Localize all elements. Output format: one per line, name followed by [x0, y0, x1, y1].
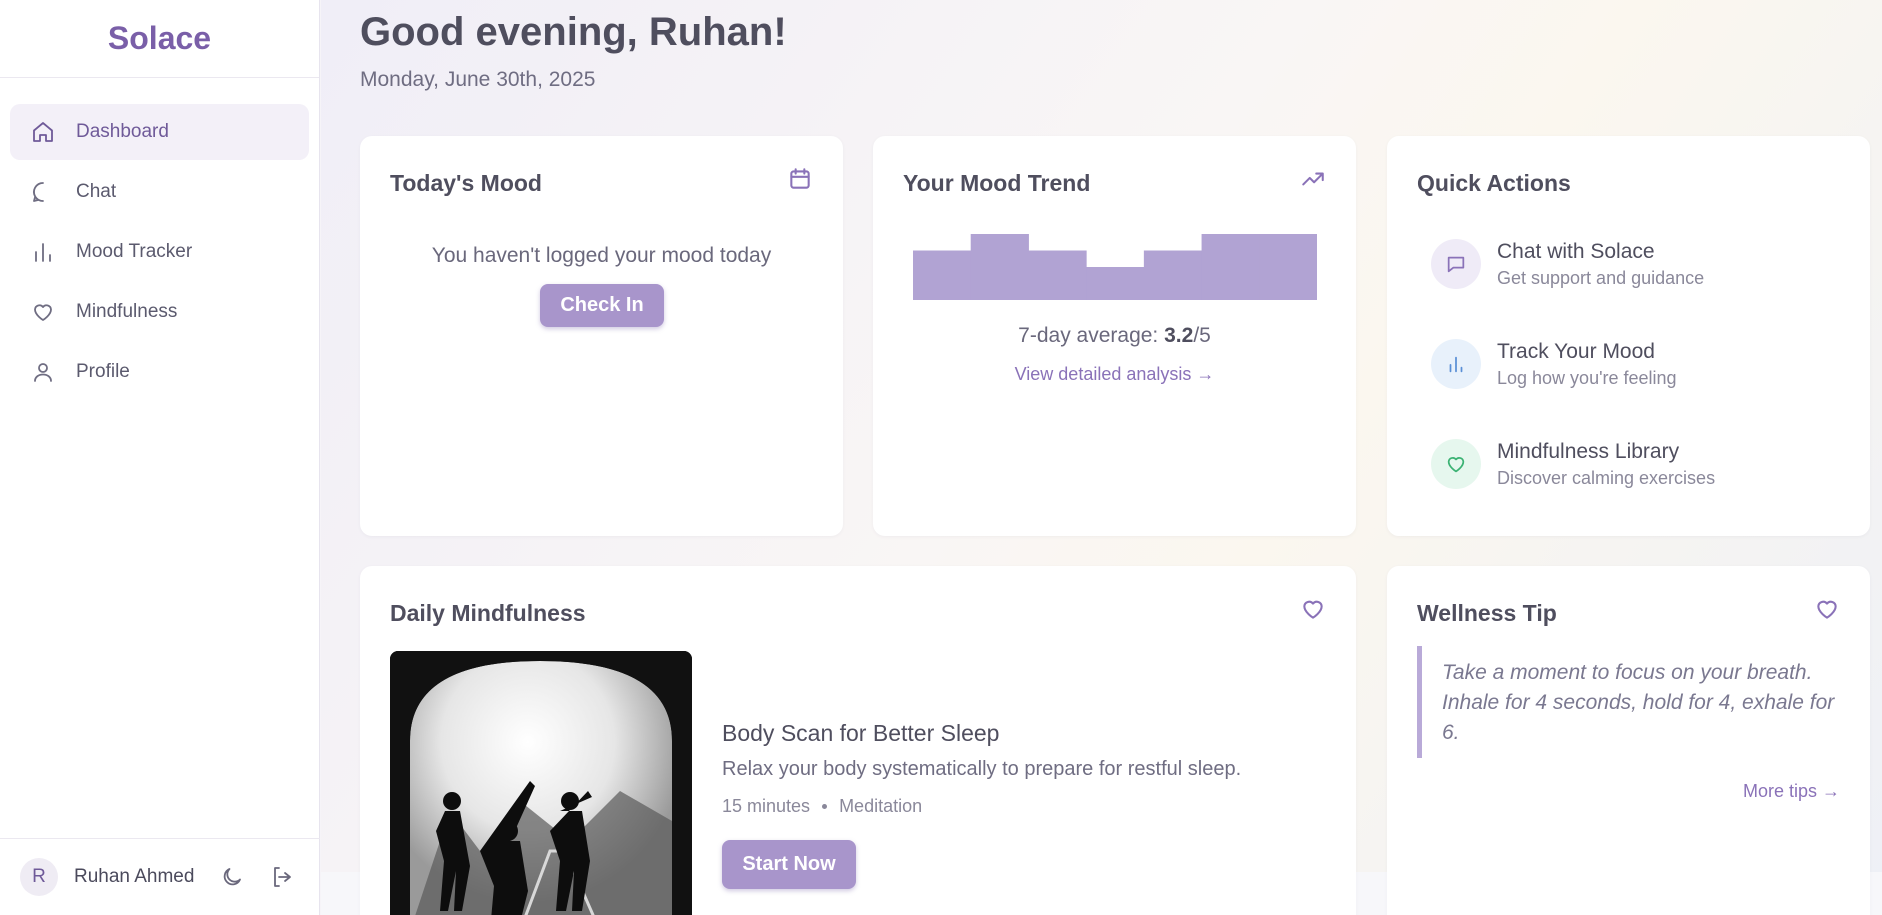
wellness-tip-text: Take a moment to focus on your breath. I… [1417, 646, 1837, 758]
heart-icon [1431, 439, 1481, 489]
quick-action-subtitle: Get support and guidance [1497, 267, 1705, 288]
heart-icon [30, 299, 56, 325]
separator-dot [822, 804, 828, 809]
moon-icon[interactable] [218, 863, 246, 891]
trending-up-icon[interactable] [1298, 164, 1328, 194]
meditation-image [390, 651, 692, 915]
sidebar-item-dashboard[interactable]: Dashboard [10, 104, 309, 160]
user-icon [30, 359, 56, 385]
sidebar-item-label: Mindfulness [76, 301, 178, 322]
session-description: Relax your body systematically to prepar… [722, 758, 1242, 780]
quick-actions-card: Quick Actions Chat with Solace Get suppo… [1387, 136, 1870, 536]
chat-bubble-icon [30, 179, 56, 205]
sidebar-item-label: Chat [76, 181, 117, 202]
session-category: Meditation [839, 796, 923, 816]
session-meta: 15 minutes Meditation [722, 796, 922, 817]
mood-bar [913, 250, 972, 300]
sidebar-item-label: Dashboard [76, 121, 169, 142]
avatar[interactable]: R [20, 858, 58, 896]
sidebar-item-chat[interactable]: Chat [10, 164, 309, 220]
mood-empty-message: You haven't logged your mood today [431, 244, 772, 267]
average-label: 7-day average: [1018, 324, 1165, 347]
mood-bar [1201, 234, 1260, 300]
todays-mood-card: Today's Mood You haven't logged your moo… [360, 136, 843, 536]
heart-icon[interactable] [1812, 594, 1842, 624]
user-footer: R Ruhan Ahmed [0, 838, 320, 915]
bar-chart-icon [1431, 339, 1481, 389]
daily-mindfulness-card: Daily Mindfulness Body Scan for Better S… [360, 566, 1356, 915]
logout-icon[interactable] [268, 863, 296, 891]
bar-chart-icon [30, 239, 56, 265]
sidebar-nav: Dashboard Chat Mood Tracker Mindfulness … [0, 78, 319, 400]
heart-icon[interactable] [1298, 594, 1328, 624]
mood-bar [970, 234, 1029, 300]
sidebar-item-mood-tracker[interactable]: Mood Tracker [10, 224, 309, 280]
sidebar-item-label: Profile [76, 361, 130, 382]
mood-bar [1143, 250, 1203, 300]
quick-action-track-mood[interactable]: Track Your Mood Log how you're feeling [1431, 334, 1831, 394]
calendar-icon[interactable] [785, 164, 815, 194]
quick-action-title: Mindfulness Library [1497, 439, 1680, 463]
average-suffix: /5 [1193, 324, 1211, 347]
mood-bar [1086, 267, 1145, 300]
detail-link-row: View detailed analysis → [873, 364, 1356, 385]
average-value: 3.2 [1164, 324, 1194, 347]
mood-bar [1028, 250, 1087, 300]
sidebar-item-profile[interactable]: Profile [10, 344, 309, 400]
session-duration: 15 minutes [722, 796, 811, 816]
quick-action-title: Track Your Mood [1497, 339, 1655, 363]
quick-action-subtitle: Discover calming exercises [1497, 467, 1716, 488]
current-date: Monday, June 30th, 2025 [360, 68, 596, 91]
view-analysis-link[interactable]: View detailed analysis → [1015, 364, 1215, 384]
start-now-button[interactable]: Start Now [722, 840, 856, 889]
sidebar: Solace Dashboard Chat Mood Tracker Mindf… [0, 0, 320, 915]
card-title: Today's Mood [390, 170, 542, 196]
session-title: Body Scan for Better Sleep [722, 720, 1000, 746]
quick-action-mindfulness-library[interactable]: Mindfulness Library Discover calming exe… [1431, 434, 1831, 494]
home-icon [30, 119, 56, 145]
main-content: Good evening, Ruhan! Monday, June 30th, … [321, 0, 1882, 915]
check-in-button[interactable]: Check In [540, 284, 664, 327]
mood-trend-card: Your Mood Trend 7-day average: 3.2/5 Vie… [873, 136, 1356, 536]
card-title: Quick Actions [1417, 170, 1571, 196]
quick-action-title: Chat with Solace [1497, 239, 1655, 263]
mood-bar [1259, 234, 1317, 300]
wellness-tip-card: Wellness Tip Take a moment to focus on y… [1387, 566, 1870, 915]
card-title: Your Mood Trend [903, 170, 1091, 196]
quick-action-chat[interactable]: Chat with Solace Get support and guidanc… [1431, 234, 1831, 294]
chat-bubble-icon [1431, 239, 1481, 289]
sidebar-item-mindfulness[interactable]: Mindfulness [10, 284, 309, 340]
sidebar-item-label: Mood Tracker [76, 241, 193, 262]
more-tips-link[interactable]: More tips → [1743, 781, 1840, 802]
brand-logo[interactable]: Solace [0, 0, 319, 78]
card-title: Daily Mindfulness [390, 600, 586, 626]
card-title: Wellness Tip [1417, 600, 1557, 626]
quick-action-subtitle: Log how you're feeling [1497, 367, 1677, 388]
user-name: Ruhan Ahmed [74, 866, 195, 887]
page-title: Good evening, Ruhan! [360, 10, 787, 54]
mood-trend-chart[interactable] [913, 234, 1317, 300]
mood-average: 7-day average: 3.2/5 [873, 324, 1356, 348]
